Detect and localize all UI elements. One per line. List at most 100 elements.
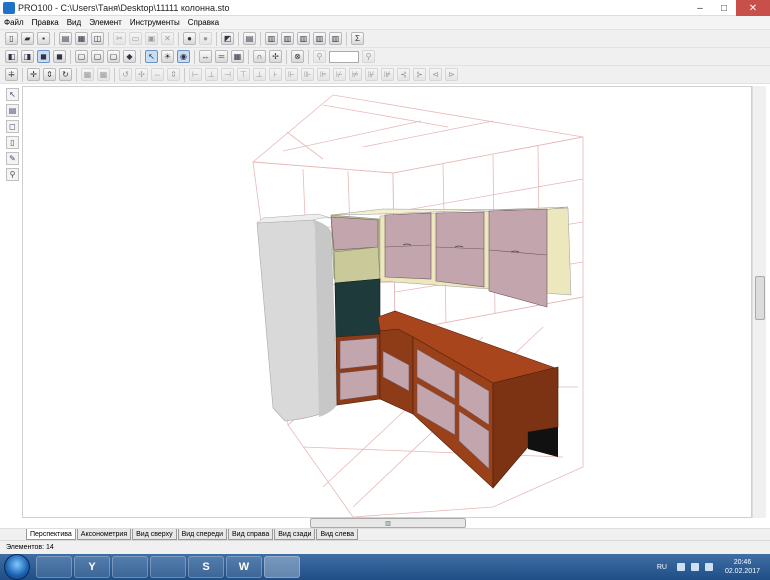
horizontal-scroll-thumb[interactable]: ▥	[310, 518, 466, 528]
close-button[interactable]: ✕	[736, 0, 770, 16]
tab-right[interactable]: Вид справа	[228, 529, 274, 540]
stop-icon[interactable]: ⊗	[291, 50, 304, 63]
light-icon[interactable]: ☀	[161, 50, 174, 63]
align-grid-icon[interactable]: ⁜	[5, 68, 18, 81]
magnet-icon[interactable]: ∩	[253, 50, 266, 63]
tab-top[interactable]: Вид сверху	[132, 529, 177, 540]
tray-arrow-icon[interactable]	[676, 563, 685, 571]
minimize-button[interactable]: –	[688, 0, 712, 16]
distribute8-icon[interactable]: ⊰	[397, 68, 410, 81]
move-all-icon[interactable]: ✢	[135, 68, 148, 81]
zoom-tool-icon[interactable]: ⚲	[6, 168, 19, 181]
print-icon[interactable]: ▦	[75, 32, 88, 45]
panel-tool-icon[interactable]: ▯	[6, 136, 19, 149]
ungroup-icon[interactable]: ▦	[97, 68, 110, 81]
distribute5-icon[interactable]: ⊭	[349, 68, 362, 81]
zoom-fit-icon[interactable]: ⚲	[362, 50, 375, 63]
report2-icon[interactable]: ▥	[281, 32, 294, 45]
bulb-icon[interactable]: ◉	[177, 50, 190, 63]
align-left-icon[interactable]: ⊢	[189, 68, 202, 81]
vertical-scroll-thumb[interactable]	[755, 276, 765, 320]
distribute10-icon[interactable]: ⊲	[429, 68, 442, 81]
box-tool-icon[interactable]: ◻	[6, 120, 19, 133]
export-icon[interactable]: ▤	[59, 32, 72, 45]
grid-icon[interactable]: ▦	[231, 50, 244, 63]
height-icon[interactable]: ⇕	[43, 68, 56, 81]
print-preview-icon[interactable]: ◫	[91, 32, 104, 45]
language-indicator[interactable]: RU	[657, 564, 667, 571]
vertical-scrollbar[interactable]	[752, 86, 766, 518]
visual-studio-icon[interactable]	[112, 556, 148, 578]
save-icon[interactable]: ▪	[37, 32, 50, 45]
copy-icon[interactable]: ▭	[129, 32, 142, 45]
delete-icon[interactable]: ✕	[161, 32, 174, 45]
solid-view-icon[interactable]: ◆	[123, 50, 136, 63]
group-icon[interactable]: ▦	[81, 68, 94, 81]
align-center-icon[interactable]: ⊥	[205, 68, 218, 81]
render-icon[interactable]: ◩	[221, 32, 234, 45]
report5-icon[interactable]: ▥	[329, 32, 342, 45]
flip-v-icon[interactable]: ⇕	[167, 68, 180, 81]
align-mid-icon[interactable]: ⊦	[269, 68, 282, 81]
menu-edit[interactable]: Правка	[32, 18, 59, 27]
rotate-icon[interactable]: ↻	[59, 68, 72, 81]
zoom-icon[interactable]: ⚲	[313, 50, 326, 63]
tab-left[interactable]: Вид слева	[316, 529, 359, 540]
new-file-icon[interactable]: ▯	[5, 32, 18, 45]
wire-view-icon[interactable]: ▢	[75, 50, 88, 63]
material-icon[interactable]: ●	[199, 32, 212, 45]
move-icon[interactable]: ✛	[27, 68, 40, 81]
pro100-icon[interactable]	[264, 556, 300, 578]
select-mode-icon[interactable]: ↖	[145, 50, 158, 63]
tab-perspective[interactable]: Перспектива	[26, 529, 76, 540]
cut-icon[interactable]: ✂	[113, 32, 126, 45]
cube-view4-icon[interactable]: ◼	[53, 50, 66, 63]
start-button[interactable]	[4, 554, 30, 580]
tab-back[interactable]: Вид сзади	[274, 529, 316, 540]
open-folder-icon[interactable]: ▰	[21, 32, 34, 45]
yandex-icon[interactable]: Y	[74, 556, 110, 578]
network-icon[interactable]	[690, 563, 699, 571]
tab-axonometry[interactable]: Аксонометрия	[76, 529, 132, 540]
cube-view3-icon[interactable]: ◼	[37, 50, 50, 63]
dimension-icon[interactable]: ↔	[199, 50, 212, 63]
clock[interactable]: 20:46 02.02.2017	[725, 558, 760, 576]
menu-element[interactable]: Элемент	[89, 18, 122, 27]
maximize-button[interactable]: □	[712, 0, 736, 16]
menu-view[interactable]: Вид	[67, 18, 81, 27]
cube-view-icon[interactable]: ◧	[5, 50, 18, 63]
pointer-tool-icon[interactable]: ↖	[6, 88, 19, 101]
align-right-icon[interactable]: ⊣	[221, 68, 234, 81]
volume-icon[interactable]	[704, 563, 713, 571]
wire-view2-icon[interactable]: ▢	[91, 50, 104, 63]
section-tool-icon[interactable]: ▤	[6, 104, 19, 117]
ruler-icon[interactable]: ═	[215, 50, 228, 63]
catalog-icon[interactable]: ●	[183, 32, 196, 45]
paste-icon[interactable]: ▣	[145, 32, 158, 45]
align-top-icon[interactable]: ⊤	[237, 68, 250, 81]
report4-icon[interactable]: ▥	[313, 32, 326, 45]
word-icon[interactable]: W	[226, 556, 262, 578]
menu-tools[interactable]: Инструменты	[130, 18, 180, 27]
menu-file[interactable]: Файл	[4, 18, 24, 27]
3d-viewport[interactable]	[22, 86, 752, 518]
distribute2-icon[interactable]: ⊪	[301, 68, 314, 81]
wire-view3-icon[interactable]: ▢	[107, 50, 120, 63]
distribute7-icon[interactable]: ⊯	[381, 68, 394, 81]
distribute6-icon[interactable]: ⊮	[365, 68, 378, 81]
menu-help[interactable]: Справка	[188, 18, 219, 27]
distribute-icon[interactable]: ⊩	[285, 68, 298, 81]
rotate-left-icon[interactable]: ↺	[119, 68, 132, 81]
align-bottom-icon[interactable]: ⊥	[253, 68, 266, 81]
report3-icon[interactable]: ▥	[297, 32, 310, 45]
skype-icon[interactable]: S	[188, 556, 224, 578]
flip-h-icon[interactable]: ⇔	[151, 68, 164, 81]
explorer-icon[interactable]	[36, 556, 72, 578]
zoom-combo[interactable]	[329, 50, 359, 63]
distribute9-icon[interactable]: ⊱	[413, 68, 426, 81]
distribute4-icon[interactable]: ⊬	[333, 68, 346, 81]
cube-view2-icon[interactable]: ◨	[21, 50, 34, 63]
utorrent-icon[interactable]	[150, 556, 186, 578]
target-icon[interactable]: ✢	[269, 50, 282, 63]
paint-tool-icon[interactable]: ✎	[6, 152, 19, 165]
